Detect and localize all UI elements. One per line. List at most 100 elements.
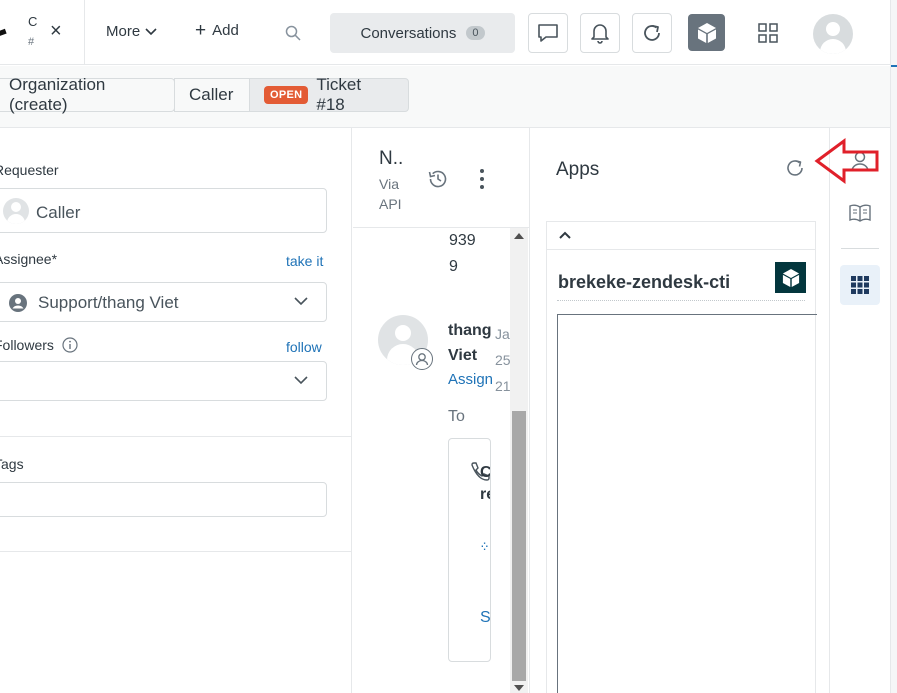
avatar-head-shape bbox=[826, 22, 840, 36]
loading-spinner: ·:· bbox=[480, 537, 489, 553]
ticket-properties-panel: Requester Caller Assignee* take it Suppo… bbox=[0, 128, 352, 693]
timestamp-line: 21 bbox=[495, 378, 511, 394]
app-container: brekeke-zendesk-cti bbox=[546, 221, 817, 693]
notifications-button[interactable] bbox=[580, 13, 620, 53]
breadcrumb: Organization (create) Caller OPEN Ticket… bbox=[0, 66, 890, 128]
call-title-line: Call bbox=[480, 464, 491, 481]
cube-icon bbox=[697, 22, 716, 43]
close-tab-icon[interactable]: × bbox=[50, 21, 62, 41]
assignee-value: Support/thang Viet bbox=[38, 293, 179, 312]
search-icon[interactable] bbox=[285, 25, 301, 41]
chevron-down-icon bbox=[294, 297, 308, 306]
edge-accent bbox=[891, 65, 897, 67]
chevron-up-icon[interactable] bbox=[559, 231, 571, 239]
followers-label: Followers bbox=[0, 337, 54, 353]
annotation-arrow-icon bbox=[814, 138, 879, 184]
app-name-underline bbox=[557, 300, 805, 301]
phone-number: 939 9 bbox=[449, 228, 476, 280]
more-label: More bbox=[106, 23, 141, 40]
refresh-icon[interactable] bbox=[784, 157, 806, 179]
ticket-channel: Via API bbox=[379, 176, 402, 212]
assignee-field[interactable]: Support/thang Viet bbox=[0, 282, 327, 322]
chat-icon bbox=[538, 24, 558, 42]
conversations-label: Conversations bbox=[360, 24, 457, 42]
show-more-link[interactable]: Sho bbox=[480, 609, 490, 627]
app-logo bbox=[775, 262, 806, 293]
author-line: Viet bbox=[448, 347, 478, 364]
group-icon bbox=[9, 294, 27, 312]
product-tray-icon[interactable] bbox=[758, 23, 778, 43]
breadcrumb-ticket[interactable]: OPEN Ticket #18 bbox=[249, 75, 409, 114]
section-divider bbox=[0, 436, 352, 437]
requester-avatar bbox=[3, 198, 29, 224]
call-title: Call reco bbox=[480, 462, 491, 506]
timestamp-line: 25 bbox=[495, 352, 511, 368]
reload-icon bbox=[644, 25, 660, 41]
add-label: Add bbox=[212, 22, 239, 39]
phone-number-line: 939 bbox=[449, 232, 476, 249]
add-button[interactable]: + Add bbox=[195, 19, 239, 41]
sidebar-divider bbox=[841, 248, 879, 249]
user-avatar[interactable] bbox=[813, 14, 853, 54]
scroll-up-arrow-icon[interactable] bbox=[514, 233, 524, 239]
app-iframe[interactable] bbox=[557, 314, 817, 693]
conversation-header: N.. Via API bbox=[353, 128, 529, 228]
chevron-down-icon bbox=[294, 376, 308, 385]
knowledge-button[interactable] bbox=[840, 193, 880, 233]
follow-link[interactable]: follow bbox=[286, 339, 322, 355]
context-sidebar bbox=[831, 128, 890, 693]
app-collapse-bar[interactable] bbox=[547, 222, 815, 250]
reload-button[interactable] bbox=[632, 13, 672, 53]
plus-icon: + bbox=[195, 19, 207, 41]
phone-number-line: 9 bbox=[449, 258, 458, 275]
ticket-title: N.. bbox=[379, 148, 404, 169]
app-name: brekeke-zendesk-cti bbox=[558, 272, 731, 292]
scroll-down-arrow-icon[interactable] bbox=[514, 685, 524, 691]
bell-icon bbox=[591, 24, 609, 44]
chat-button[interactable] bbox=[528, 13, 568, 53]
history-icon[interactable] bbox=[427, 168, 449, 190]
top-bar: C # × More + Add Conversations 0 bbox=[0, 0, 890, 65]
message-author[interactable]: thang Viet bbox=[448, 318, 496, 368]
apps-toggle-button[interactable] bbox=[688, 14, 725, 51]
apps-panel: Apps brekeke-zendesk-cti bbox=[531, 128, 830, 693]
more-options-icon[interactable] bbox=[479, 168, 485, 190]
more-button[interactable]: More bbox=[106, 23, 157, 40]
requester-value: Caller bbox=[36, 203, 81, 222]
info-icon[interactable] bbox=[62, 337, 78, 353]
tab-title: C bbox=[28, 14, 38, 29]
requester-field[interactable]: Caller bbox=[0, 188, 327, 233]
status-badge: OPEN bbox=[264, 86, 309, 104]
tab-icon bbox=[0, 28, 7, 37]
tags-field[interactable] bbox=[0, 482, 327, 517]
apps-grid-icon bbox=[851, 276, 869, 294]
app-cube-icon bbox=[782, 268, 799, 287]
conversation-panel: N.. Via API 939 9 thang Viet Ja 25 21 As… bbox=[353, 128, 530, 693]
followers-field[interactable] bbox=[0, 361, 327, 401]
breadcrumb-caller[interactable]: Caller bbox=[174, 78, 250, 112]
scrollbar-thumb[interactable] bbox=[512, 411, 526, 681]
breadcrumb-organization[interactable]: Organization (create) bbox=[0, 75, 175, 114]
apps-sidebar-button[interactable] bbox=[840, 265, 880, 305]
to-label: To bbox=[448, 408, 465, 425]
section-divider bbox=[0, 551, 352, 552]
breadcrumb-organization-label: Organization (create) bbox=[9, 75, 106, 114]
assign-link[interactable]: Assign bbox=[448, 371, 493, 388]
agent-badge-icon bbox=[411, 348, 433, 370]
ticket-tab[interactable]: C # × bbox=[0, 0, 85, 65]
assignee-label: Assignee* bbox=[0, 251, 58, 267]
take-it-link[interactable]: take it bbox=[286, 253, 323, 269]
window-edge bbox=[890, 0, 897, 693]
message-timestamp: Ja 25 21 bbox=[495, 321, 511, 399]
tags-label: Tags bbox=[0, 456, 24, 472]
tab-subtitle: # bbox=[28, 36, 35, 48]
breadcrumb-ticket-label: Ticket #18 bbox=[316, 75, 362, 114]
conversations-button[interactable]: Conversations 0 bbox=[330, 13, 515, 53]
conversation-scrollbar[interactable] bbox=[510, 228, 528, 693]
breadcrumb-caller-label: Caller bbox=[189, 85, 234, 104]
book-icon bbox=[849, 204, 871, 222]
apps-panel-title: Apps bbox=[556, 159, 600, 180]
call-recording-card: Call reco ·:· Sho bbox=[448, 438, 491, 662]
requester-label: Requester bbox=[0, 162, 59, 178]
conversations-count-badge: 0 bbox=[466, 26, 485, 40]
